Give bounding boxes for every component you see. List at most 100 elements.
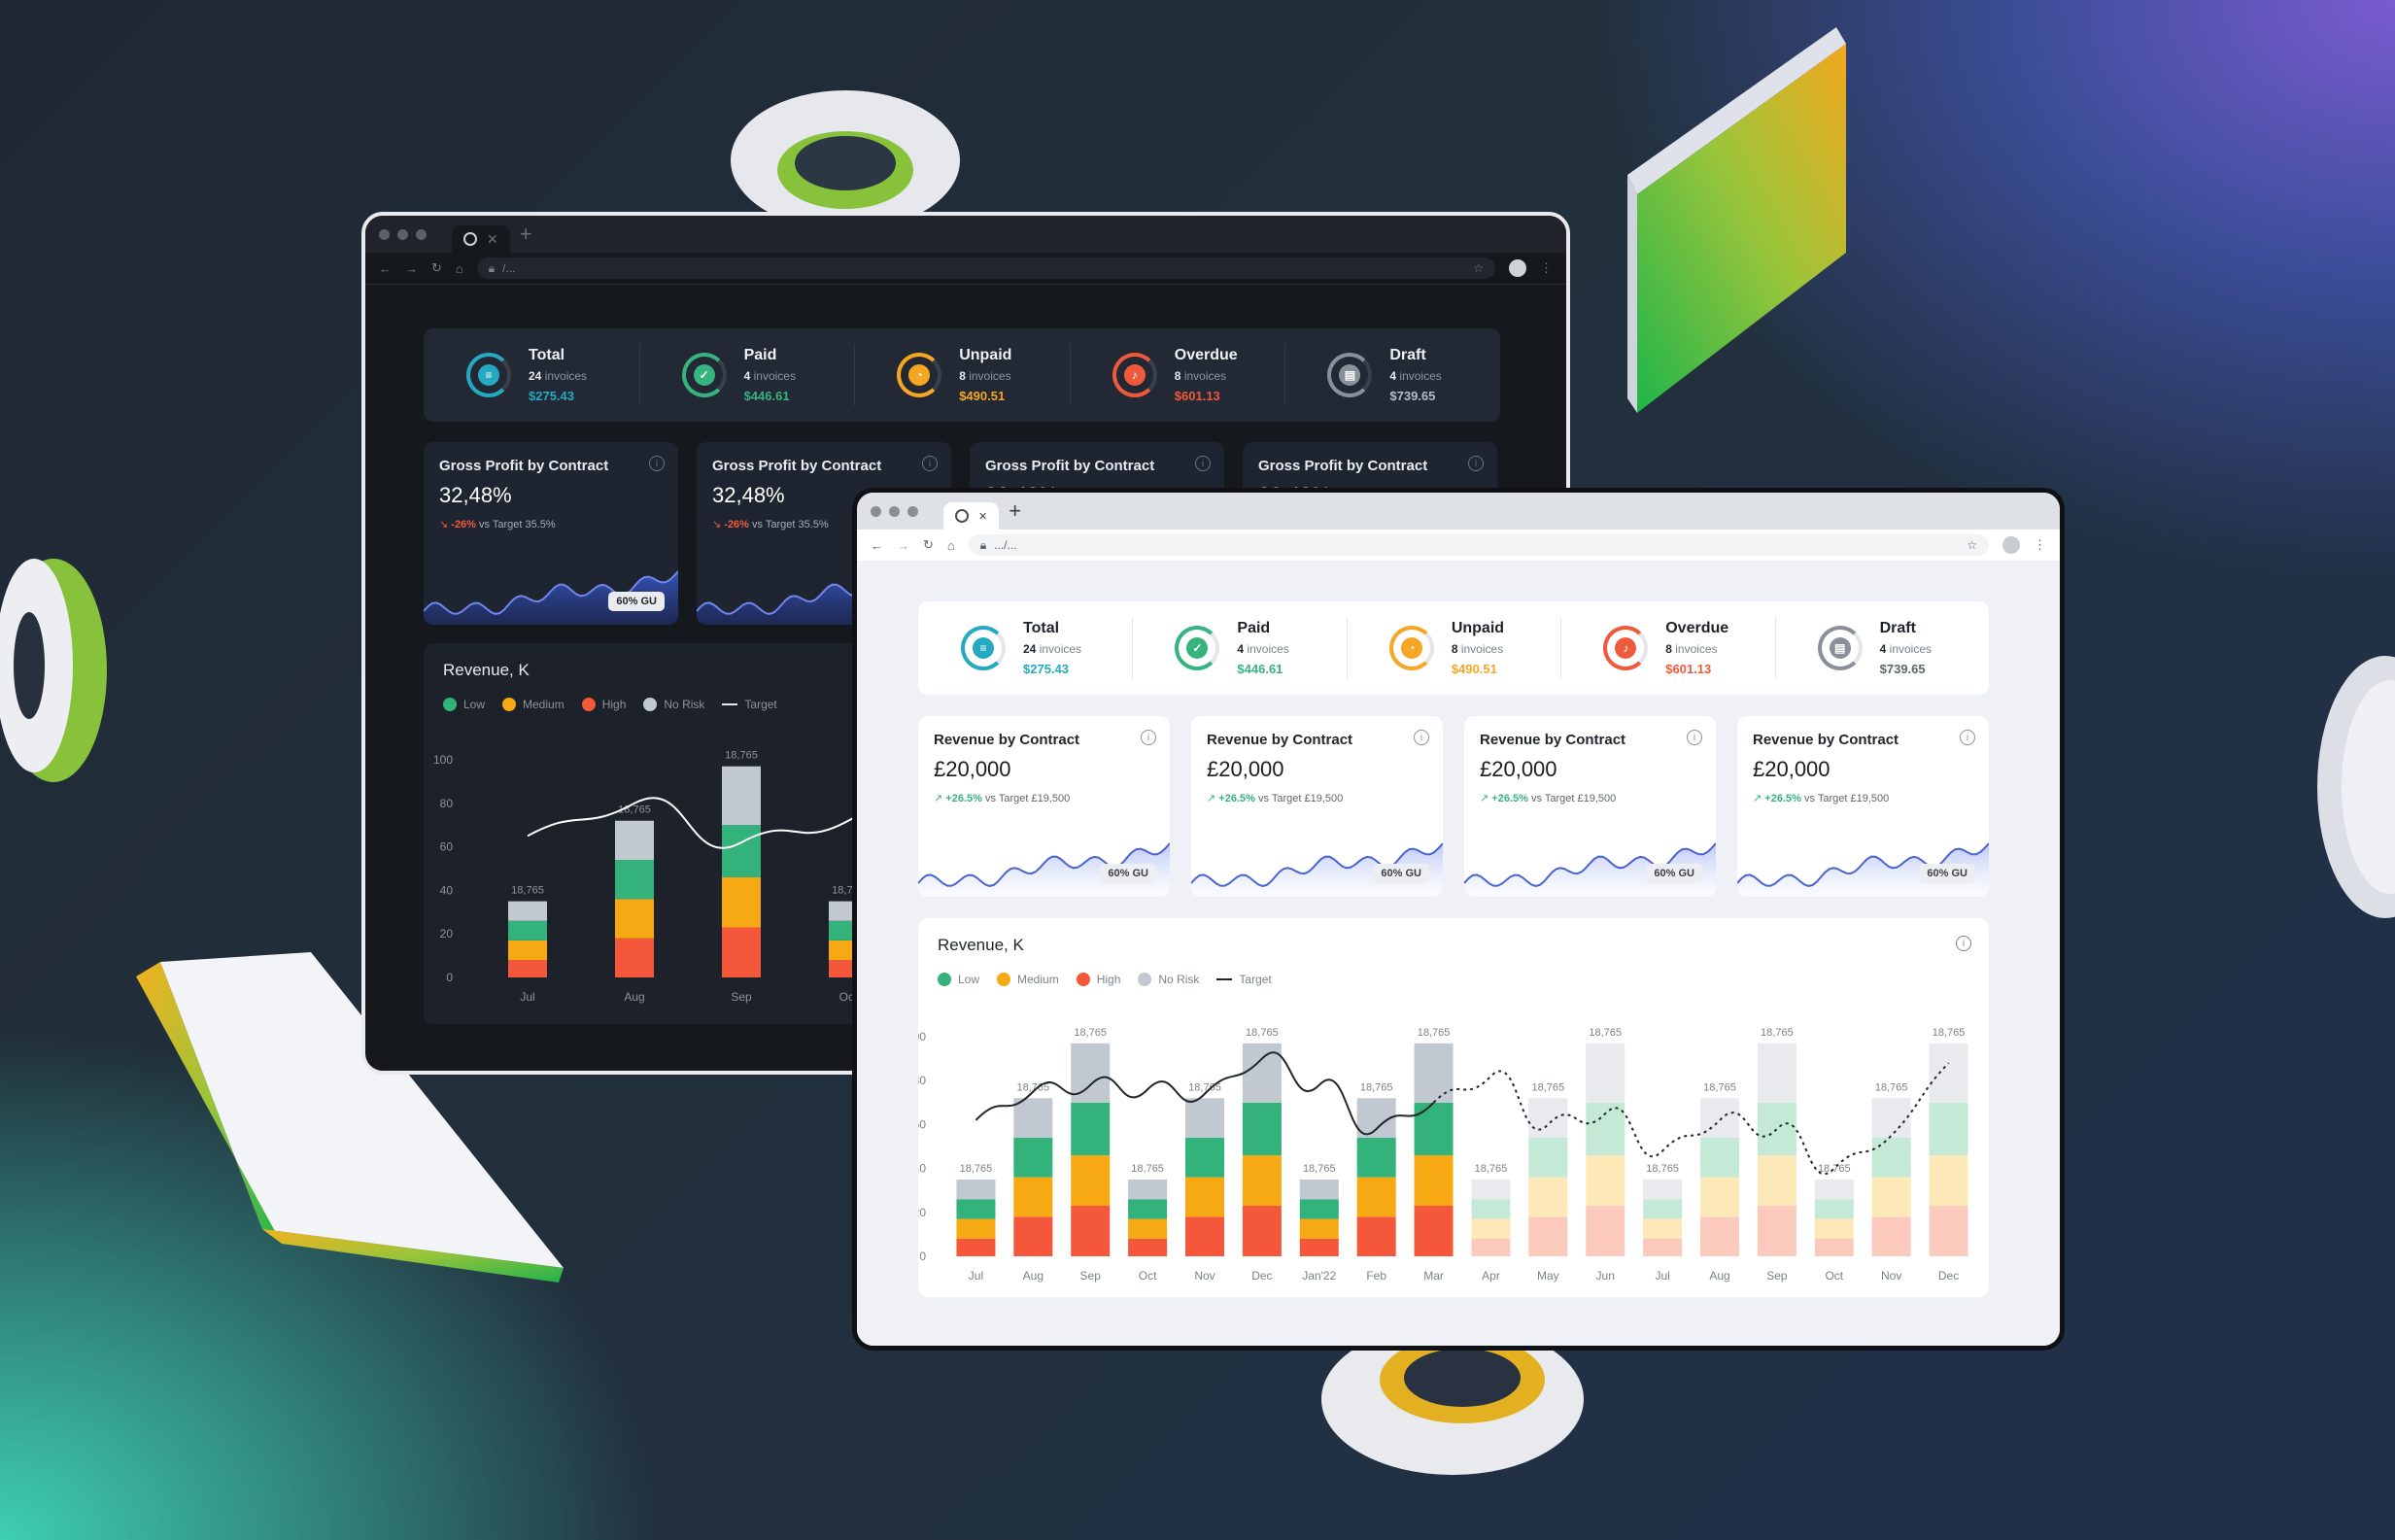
bar-segment-low[interactable] (1185, 1137, 1224, 1178)
bar-segment-low[interactable] (1528, 1137, 1568, 1178)
legend-item-high[interactable]: High (1076, 973, 1120, 986)
bar-segment-high[interactable] (508, 960, 547, 977)
bar-segment-medium[interactable] (1299, 1218, 1339, 1239)
info-icon[interactable]: i (649, 456, 665, 471)
info-icon[interactable]: i (1468, 456, 1484, 471)
bar-segment-no-risk[interactable] (1643, 1179, 1683, 1200)
bar-segment-medium[interactable] (1414, 1155, 1454, 1207)
legend-item-medium[interactable]: Medium (997, 973, 1059, 986)
legend-item-low[interactable]: Low (443, 698, 485, 711)
bar-segment-high[interactable] (722, 927, 761, 977)
bar-segment-medium[interactable] (508, 940, 547, 961)
bar-segment-medium[interactable] (1586, 1155, 1625, 1207)
bar-segment-medium[interactable] (1528, 1177, 1568, 1217)
stat-draft[interactable]: ▤ Draft 4 invoices $739.65 (1284, 328, 1500, 422)
bar-segment-medium[interactable] (1071, 1155, 1111, 1207)
bar-segment-high[interactable] (1471, 1238, 1511, 1256)
home-icon[interactable]: ⌂ (947, 538, 955, 553)
bar-segment-low[interactable] (722, 825, 761, 877)
bar-segment-medium[interactable] (1242, 1155, 1282, 1207)
reload-icon[interactable]: ↻ (923, 537, 934, 553)
bar-segment-low[interactable] (1814, 1199, 1854, 1219)
bar-segment-high[interactable] (1643, 1238, 1683, 1256)
bar-segment-medium[interactable] (1013, 1177, 1053, 1217)
bar-segment-high[interactable] (1814, 1238, 1854, 1256)
bar-segment-no-risk[interactable] (1814, 1179, 1854, 1200)
info-icon[interactable]: i (922, 456, 938, 471)
bar-segment-high[interactable] (1013, 1216, 1053, 1256)
stat-overdue[interactable]: ♪ Overdue 8 invoices $601.13 (1560, 601, 1774, 695)
bar-segment-high[interactable] (1185, 1216, 1224, 1256)
browser-tab[interactable]: ✕ (452, 225, 510, 253)
legend-item-target[interactable]: Target (722, 698, 777, 711)
metric-card[interactable]: Revenue by Contract i £20,000 ↗ +26.5% vs T… (1464, 716, 1716, 897)
metric-card[interactable]: Revenue by Contract i £20,000 ↗ +26.5% vs T… (1737, 716, 1989, 897)
tab-close-icon[interactable]: ✕ (487, 231, 498, 248)
bar-segment-no-risk[interactable] (1757, 1043, 1796, 1103)
bar-segment-no-risk[interactable] (615, 820, 654, 861)
bar-segment-high[interactable] (1299, 1238, 1339, 1256)
stat-unpaid[interactable]: ◔ Unpaid 8 invoices $490.51 (854, 328, 1070, 422)
bar-segment-low[interactable] (1586, 1102, 1625, 1156)
bar-segment-medium[interactable] (1814, 1218, 1854, 1239)
bar-segment-no-risk[interactable] (722, 766, 761, 826)
window-controls[interactable] (871, 505, 918, 517)
maximize-dot[interactable] (416, 228, 427, 240)
info-icon[interactable]: i (1687, 730, 1702, 745)
stat-total[interactable]: ≡ Total 24 invoices $275.43 (918, 601, 1132, 695)
bar-segment-high[interactable] (1242, 1206, 1282, 1256)
menu-icon[interactable]: ⋮ (2034, 537, 2046, 553)
bar-segment-high[interactable] (1414, 1206, 1454, 1256)
bar-segment-medium[interactable] (615, 899, 654, 939)
bar-segment-low[interactable] (1414, 1102, 1454, 1156)
maximize-dot[interactable] (907, 505, 918, 517)
close-dot[interactable] (871, 505, 881, 517)
bar-segment-high[interactable] (1757, 1206, 1796, 1256)
bar-segment-no-risk[interactable] (1471, 1179, 1511, 1200)
metric-card[interactable]: Revenue by Contract i £20,000 ↗ +26.5% vs T… (918, 716, 1170, 897)
new-tab-icon[interactable]: + (520, 222, 532, 247)
bar-segment-low[interactable] (1643, 1199, 1683, 1219)
bar-segment-medium[interactable] (1700, 1177, 1739, 1217)
menu-icon[interactable]: ⋮ (1540, 260, 1553, 276)
metric-card[interactable]: Gross Profit by Contract i 32,48% ↘ -26% vs… (424, 442, 678, 625)
legend-item-no-risk[interactable]: No Risk (1138, 973, 1199, 986)
bar-segment-no-risk[interactable] (1299, 1179, 1339, 1200)
bar-segment-no-risk[interactable] (956, 1179, 996, 1200)
bar-segment-medium[interactable] (1128, 1218, 1168, 1239)
bar-segment-medium[interactable] (956, 1218, 996, 1239)
info-icon[interactable]: i (1956, 936, 1971, 951)
bar-segment-high[interactable] (615, 938, 654, 977)
info-icon[interactable]: i (1960, 730, 1975, 745)
address-bar[interactable]: 🔒︎ /... ☆ (476, 257, 1495, 279)
bar-segment-high[interactable] (1700, 1216, 1739, 1256)
bar-segment-no-risk[interactable] (1185, 1098, 1224, 1138)
bar-segment-low[interactable] (1071, 1102, 1111, 1156)
bar-segment-medium[interactable] (1929, 1155, 1968, 1207)
stat-draft[interactable]: ▤ Draft 4 invoices $739.65 (1774, 601, 1989, 695)
star-icon[interactable]: ☆ (1473, 261, 1484, 275)
bar-segment-low[interactable] (1700, 1137, 1739, 1178)
info-icon[interactable]: i (1195, 456, 1211, 471)
bar-segment-medium[interactable] (1356, 1177, 1396, 1217)
forward-icon[interactable]: → (897, 538, 909, 553)
tab-close-icon[interactable]: ✕ (978, 510, 987, 523)
bar-segment-low[interactable] (508, 920, 547, 941)
new-tab-icon[interactable]: + (1009, 498, 1021, 524)
bar-segment-low[interactable] (1356, 1137, 1396, 1178)
legend-item-high[interactable]: High (581, 698, 626, 711)
bar-segment-no-risk[interactable] (1128, 1179, 1168, 1200)
bar-segment-no-risk[interactable] (1013, 1098, 1053, 1138)
bar-segment-low[interactable] (1871, 1137, 1911, 1178)
bar-segment-no-risk[interactable] (1528, 1098, 1568, 1138)
bar-segment-high[interactable] (1128, 1238, 1168, 1256)
bar-segment-no-risk[interactable] (1871, 1098, 1911, 1138)
stat-paid[interactable]: ✓ Paid 4 invoices $446.61 (638, 328, 855, 422)
bar-segment-low[interactable] (1128, 1199, 1168, 1219)
bar-segment-medium[interactable] (1471, 1218, 1511, 1239)
window-controls[interactable] (379, 228, 427, 240)
bar-segment-high[interactable] (1871, 1216, 1911, 1256)
back-icon[interactable]: ← (871, 538, 883, 553)
bar-segment-low[interactable] (1471, 1199, 1511, 1219)
stat-paid[interactable]: ✓ Paid 4 invoices $446.61 (1132, 601, 1346, 695)
